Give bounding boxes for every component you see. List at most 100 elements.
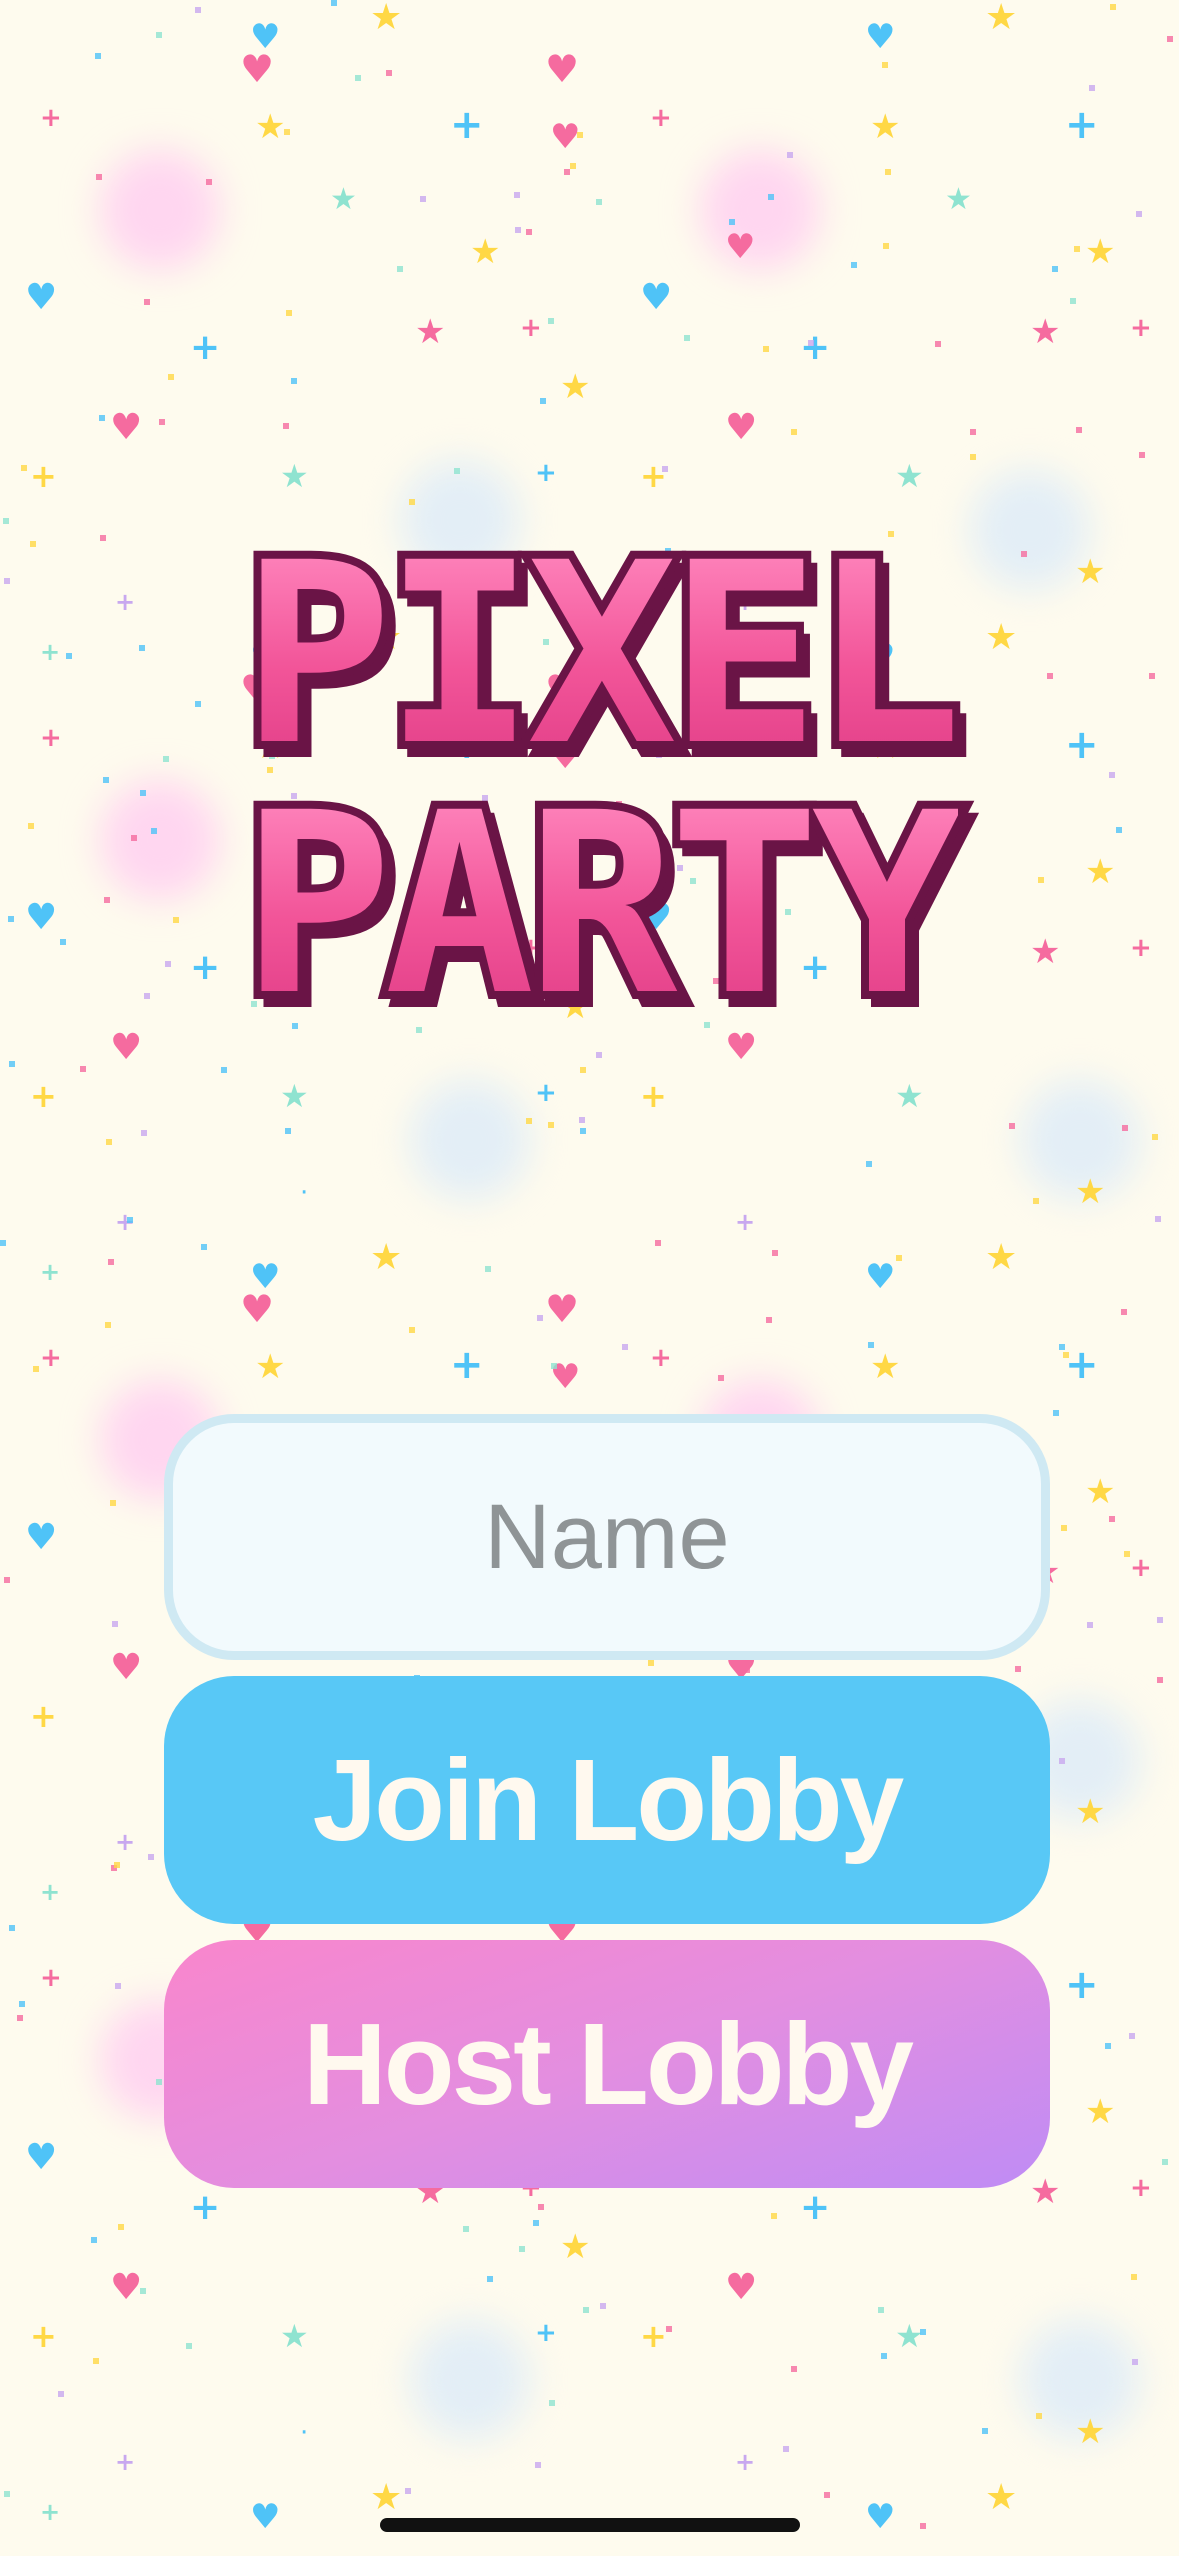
pixel-dot bbox=[21, 465, 27, 471]
pixel-dot bbox=[140, 790, 146, 796]
plus-icon: + bbox=[1130, 313, 1152, 343]
heart-icon: ♥ bbox=[725, 2267, 758, 2308]
pixel-dot bbox=[186, 2343, 192, 2349]
pixel-dot bbox=[485, 1266, 491, 1272]
star-icon: ★ bbox=[1075, 2412, 1106, 2452]
pixel-dot bbox=[17, 2015, 23, 2021]
plus-icon: + bbox=[1065, 722, 1099, 768]
plus-icon: + bbox=[30, 457, 57, 495]
pixel-dot bbox=[1089, 85, 1095, 91]
pixel-dot bbox=[526, 1118, 532, 1124]
plus-icon: + bbox=[190, 947, 221, 988]
pixel-dot bbox=[1015, 1666, 1021, 1672]
pixel-dot bbox=[883, 243, 889, 249]
pixel-dot bbox=[405, 2488, 411, 2494]
star-icon: ★ bbox=[280, 2317, 309, 2355]
plus-icon: + bbox=[40, 2498, 61, 2526]
pixel-dot bbox=[28, 823, 34, 829]
pixel-dot bbox=[564, 169, 570, 175]
star-icon: ★ bbox=[1085, 1472, 1116, 1512]
pixel-dot bbox=[285, 1128, 291, 1134]
pixel-dot bbox=[114, 1862, 120, 1868]
pixel-dot bbox=[878, 2307, 884, 2313]
pixel-dot bbox=[791, 429, 797, 435]
join-lobby-button[interactable]: Join Lobby bbox=[164, 1676, 1050, 1924]
pixel-dot bbox=[1109, 772, 1115, 778]
pixel-dot bbox=[108, 1259, 114, 1265]
name-input[interactable] bbox=[173, 1422, 1041, 1652]
pixel-dot bbox=[151, 828, 157, 834]
logo-line-2-text: PARTY bbox=[238, 780, 963, 1030]
pixel-dot bbox=[409, 1327, 415, 1333]
star-icon: ★ bbox=[560, 2227, 591, 2267]
pixel-dot: · bbox=[300, 1178, 309, 1208]
host-lobby-button[interactable]: Host Lobby bbox=[164, 1940, 1050, 2188]
plus-icon: + bbox=[190, 327, 221, 368]
pixel-dot bbox=[156, 32, 162, 38]
pixel-dot bbox=[882, 62, 888, 68]
pixel-dot bbox=[1036, 2413, 1042, 2419]
pixel-dot bbox=[548, 1122, 554, 1128]
heart-icon: ♥ bbox=[250, 2497, 281, 2537]
star-icon: ★ bbox=[255, 107, 286, 147]
pixel-dot bbox=[420, 196, 426, 202]
plus-icon: + bbox=[640, 457, 667, 495]
pixel-dot bbox=[768, 194, 774, 200]
heart-icon: ♥ bbox=[25, 897, 58, 938]
pixel-dot bbox=[1152, 1134, 1158, 1140]
heart-icon: ♥ bbox=[110, 1027, 143, 1068]
pixel-dot bbox=[1059, 1758, 1065, 1764]
pixel-dot bbox=[1167, 36, 1173, 42]
pixel-dot bbox=[9, 1925, 15, 1931]
pixel-dot bbox=[9, 1061, 15, 1067]
plus-icon: + bbox=[650, 103, 672, 133]
pixel-dot bbox=[648, 1660, 654, 1666]
pixel-dot bbox=[104, 897, 110, 903]
pixel-dot bbox=[66, 653, 72, 659]
pixel-dot bbox=[144, 299, 150, 305]
star-icon: ★ bbox=[985, 617, 1018, 658]
pixel-dot bbox=[1124, 1551, 1130, 1557]
pixel-dot bbox=[144, 993, 150, 999]
plus-icon: + bbox=[40, 1258, 61, 1286]
pixel-dot bbox=[1157, 1677, 1163, 1683]
pixel-dot bbox=[866, 1161, 872, 1167]
star-icon: ★ bbox=[895, 457, 924, 495]
pixel-dot bbox=[141, 1130, 147, 1136]
heart-icon: ♥ bbox=[25, 1517, 58, 1558]
star-icon: ★ bbox=[415, 312, 446, 352]
pixel-dot bbox=[791, 2366, 797, 2372]
star-icon: ★ bbox=[1030, 2172, 1061, 2212]
plus-icon: + bbox=[40, 1963, 62, 1993]
pixel-dot bbox=[1059, 1344, 1065, 1350]
star-icon: ★ bbox=[370, 0, 403, 38]
pixel-dot bbox=[284, 129, 290, 135]
pixel-dot bbox=[33, 1366, 39, 1372]
pixel-dot bbox=[4, 578, 10, 584]
pixel-dot bbox=[551, 1363, 557, 1369]
pixel-dot bbox=[970, 429, 976, 435]
pixel-dot bbox=[1021, 551, 1027, 557]
pixel-dot bbox=[540, 398, 546, 404]
pixel-dot bbox=[397, 266, 403, 272]
heart-icon: ♥ bbox=[725, 407, 758, 448]
heart-icon: ♥ bbox=[110, 1647, 143, 1688]
pixel-dot bbox=[93, 2358, 99, 2364]
pixel-dot bbox=[763, 346, 769, 352]
star-icon: ★ bbox=[1085, 852, 1116, 892]
background-glow bbox=[700, 150, 820, 270]
pixel-dot bbox=[1009, 1123, 1015, 1129]
pixel-dot bbox=[1132, 2359, 1138, 2365]
pixel-dot bbox=[58, 2391, 64, 2397]
plus-icon: + bbox=[40, 1878, 61, 1906]
pixel-dot bbox=[1162, 2159, 1168, 2165]
star-icon: ★ bbox=[370, 2477, 403, 2518]
pixel-dot bbox=[514, 192, 520, 198]
heart-icon: ♥ bbox=[25, 277, 58, 318]
logo-line-1: PIXEL PIXEL PIXEL bbox=[234, 522, 977, 796]
pixel-dot bbox=[118, 2224, 124, 2230]
plus-icon: + bbox=[30, 2317, 57, 2355]
pixel-dot bbox=[868, 1342, 874, 1348]
pixel-dot bbox=[409, 499, 415, 505]
star-icon: ★ bbox=[945, 182, 972, 217]
